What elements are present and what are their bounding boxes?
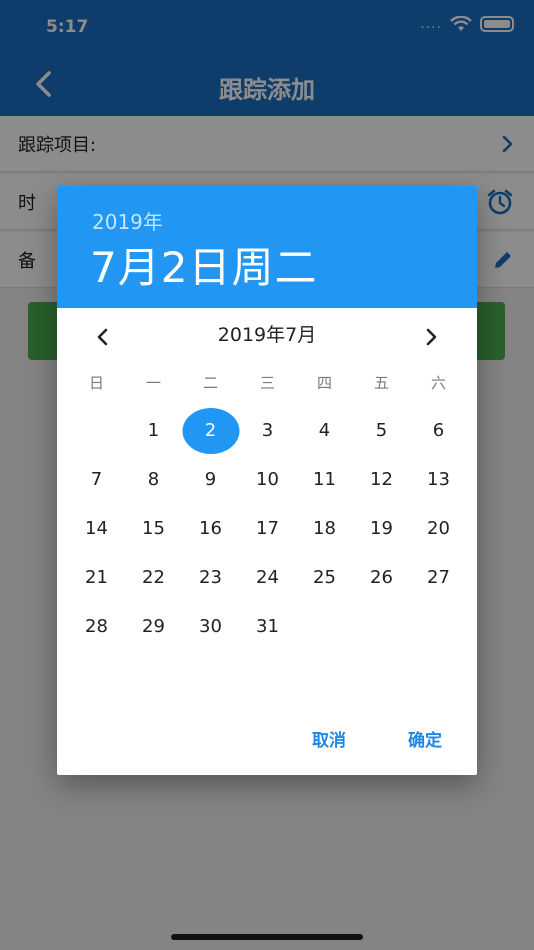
calendar-day[interactable]: 1 — [125, 406, 182, 455]
home-indicator — [171, 934, 363, 940]
calendar-day[interactable]: 6 — [410, 406, 467, 455]
calendar-day[interactable]: 10 — [239, 455, 296, 504]
weekday-label: 日 — [88, 374, 104, 392]
calendar-day[interactable]: 31 — [239, 602, 296, 651]
date-picker-header: 2019年 7月2日周二 — [57, 186, 477, 308]
calendar-day-number: 1 — [147, 420, 160, 441]
calendar-day-number: 31 — [256, 616, 279, 637]
calendar-day-number: 17 — [256, 518, 279, 539]
calendar-day[interactable]: 4 — [296, 406, 353, 455]
calendar-day-number: 11 — [313, 469, 336, 490]
calendar-day-selected[interactable]: 2 — [182, 406, 239, 455]
calendar-day[interactable]: 16 — [182, 504, 239, 553]
calendar-day-number: 6 — [432, 420, 445, 441]
weekday-header: 日一二三四五六 — [68, 372, 468, 393]
calendar-day[interactable]: 8 — [125, 455, 182, 504]
calendar-day[interactable]: 13 — [410, 455, 467, 504]
weekday-label: 六 — [430, 374, 446, 392]
calendar-day[interactable]: 28 — [68, 602, 125, 651]
calendar-day[interactable]: 29 — [125, 602, 182, 651]
calendar-day-number: 27 — [427, 567, 450, 588]
calendar-day-number: 28 — [85, 616, 108, 637]
calendar-day[interactable]: 9 — [182, 455, 239, 504]
calendar-day-number: 2 — [204, 420, 217, 441]
date-picker-dialog: 2019年 7月2日周二 2019年7月 日一二三四五六 1 2 3 4 5 6 7 8 9 10… — [57, 186, 477, 775]
calendar-day[interactable]: 26 — [353, 553, 410, 602]
calendar-day[interactable]: 24 — [239, 553, 296, 602]
calendar-day-number: 26 — [370, 567, 393, 588]
calendar-day[interactable]: 27 — [410, 553, 467, 602]
calendar-day[interactable]: 23 — [182, 553, 239, 602]
weekday-label: 四 — [316, 374, 332, 392]
calendar-day-number: 7 — [90, 469, 103, 490]
calendar-day-number: 24 — [256, 567, 279, 588]
calendar-day[interactable]: 22 — [125, 553, 182, 602]
weekday-label: 二 — [202, 374, 218, 392]
calendar-day[interactable]: 20 — [410, 504, 467, 553]
calendar-day-number: 15 — [142, 518, 165, 539]
chevron-right-icon — [426, 328, 437, 346]
weekday-label: 三 — [259, 374, 275, 392]
dialog-actions: 取消 确定 — [312, 726, 442, 751]
weekday-label: 一 — [145, 374, 161, 392]
calendar-day-number: 12 — [370, 469, 393, 490]
calendar-day-number: 3 — [261, 420, 274, 441]
calendar-day-number: 18 — [313, 518, 336, 539]
calendar-grid: 1 2 3 4 5 6 7 8 9 10 11 12 13 14 15 16 17 18 19 20 21 22 23 24 2… — [68, 406, 468, 651]
calendar-day-number: 21 — [85, 567, 108, 588]
calendar-day[interactable]: 18 — [296, 504, 353, 553]
calendar-day-number: 29 — [142, 616, 165, 637]
calendar-day[interactable]: 25 — [296, 553, 353, 602]
calendar-day-number: 23 — [199, 567, 222, 588]
calendar-day[interactable]: 12 — [353, 455, 410, 504]
calendar-day[interactable]: 21 — [68, 553, 125, 602]
calendar-day[interactable]: 5 — [353, 406, 410, 455]
calendar-day-number: 5 — [375, 420, 388, 441]
calendar-day-number: 25 — [313, 567, 336, 588]
calendar-day[interactable]: 11 — [296, 455, 353, 504]
calendar-day-number: 16 — [199, 518, 222, 539]
calendar-day-number: 22 — [142, 567, 165, 588]
header-selected-date[interactable]: 7月2日周二 — [90, 234, 317, 295]
calendar-day-number: 14 — [85, 518, 108, 539]
calendar-day[interactable]: 3 — [239, 406, 296, 455]
calendar-empty-cell — [68, 406, 125, 455]
calendar-day-number: 13 — [427, 469, 450, 490]
ok-button[interactable]: 确定 — [408, 726, 442, 751]
calendar-day[interactable]: 14 — [68, 504, 125, 553]
calendar-day[interactable]: 7 — [68, 455, 125, 504]
next-month-button[interactable] — [414, 322, 450, 352]
calendar-day-number: 30 — [199, 616, 222, 637]
calendar-day-number: 10 — [256, 469, 279, 490]
calendar-day-number: 19 — [370, 518, 393, 539]
calendar-day[interactable]: 15 — [125, 504, 182, 553]
calendar-day-number: 9 — [204, 469, 217, 490]
calendar-day[interactable]: 30 — [182, 602, 239, 651]
calendar-day-number: 4 — [318, 420, 331, 441]
cancel-button[interactable]: 取消 — [312, 726, 346, 751]
calendar-day[interactable]: 17 — [239, 504, 296, 553]
weekday-label: 五 — [373, 374, 389, 392]
header-year[interactable]: 2019年 — [92, 206, 163, 235]
calendar-day[interactable]: 19 — [353, 504, 410, 553]
calendar-day-number: 20 — [427, 518, 450, 539]
calendar-day-number: 8 — [147, 469, 160, 490]
